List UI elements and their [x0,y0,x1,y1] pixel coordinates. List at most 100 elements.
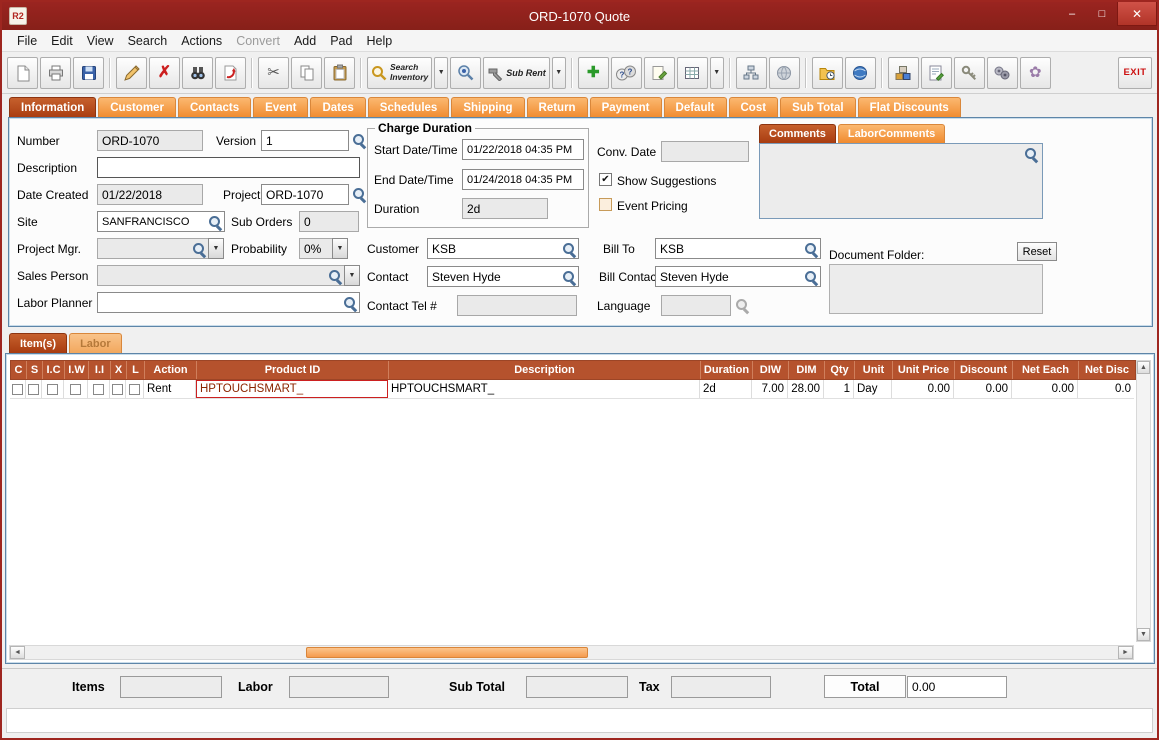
version-field[interactable]: 1 [261,130,349,151]
sales-person-dropdown[interactable]: ▼ [344,265,360,286]
event-pricing-checkbox[interactable] [599,198,612,211]
menu-add[interactable]: Add [287,32,323,50]
comments-search-icon[interactable] [1024,147,1038,161]
flower-button[interactable]: ✿ [1019,56,1051,89]
scroll-down-arrow[interactable]: ▼ [1137,628,1150,641]
table-row[interactable]: Rent HPTOUCHSMART_ HPTOUCHSMART_ 2d 7.00… [10,380,1134,399]
project-field[interactable]: ORD-1070 [261,184,349,205]
cell-qty[interactable]: 1 [824,380,854,398]
convert-export-button[interactable] [215,56,246,89]
show-suggestions-checkbox[interactable]: ✔ [599,173,612,186]
project-mgr-field[interactable] [97,238,209,259]
contact-search-icon[interactable] [562,270,576,284]
cell-action[interactable]: Rent [144,380,196,398]
cell-discount[interactable]: 0.00 [954,380,1012,398]
comments-box[interactable] [759,143,1043,219]
bill-to-search-icon[interactable] [804,242,818,256]
exit-button[interactable]: EXIT [1118,56,1152,89]
tab-sub-total[interactable]: Sub Total [780,97,856,118]
globe-button[interactable] [768,56,800,89]
tab-contacts[interactable]: Contacts [177,97,252,118]
search-inventory-dropdown[interactable]: ▼ [434,56,449,89]
row-checkbox-ic[interactable] [42,380,64,398]
tab-dates[interactable]: Dates [310,97,366,118]
end-datetime-field[interactable]: 01/24/2018 04:35 PM [462,169,584,190]
menu-help[interactable]: Help [359,32,399,50]
edit-button[interactable] [116,56,147,89]
project-search-icon[interactable] [352,187,366,201]
labor-planner-field[interactable] [97,292,360,313]
tab-flat-discounts[interactable]: Flat Discounts [857,97,961,118]
tab-cost[interactable]: Cost [728,97,779,118]
cell-diw[interactable]: 7.00 [752,380,788,398]
tab-information[interactable]: Information [9,97,97,118]
row-checkbox-s[interactable] [26,380,42,398]
menu-actions[interactable]: Actions [174,32,229,50]
org-view-button[interactable] [735,56,767,89]
cell-duration[interactable]: 2d [700,380,752,398]
grid-view-button[interactable] [676,56,708,89]
menu-search[interactable]: Search [121,32,175,50]
add-item-button[interactable]: ✚ [577,56,609,89]
bill-contact-field[interactable]: Steven Hyde [655,266,821,287]
sub-rent-button[interactable]: Sub Rent [483,56,550,89]
cell-unit[interactable]: Day [854,380,892,398]
horizontal-scroll-thumb[interactable] [306,647,588,658]
database-button[interactable] [887,56,919,89]
project-mgr-search-icon[interactable] [192,242,206,256]
delete-button[interactable]: ✗ [149,56,180,89]
menu-file[interactable]: File [10,32,44,50]
save-button[interactable] [73,56,104,89]
find-button[interactable] [182,56,213,89]
tab-event[interactable]: Event [253,97,309,118]
tab-labor-comments[interactable]: LaborComments [837,124,946,143]
customer-field[interactable]: KSB [427,238,579,259]
row-checkbox-x[interactable] [110,380,126,398]
tab-schedules[interactable]: Schedules [367,97,450,118]
sub-rent-dropdown[interactable]: ▼ [551,56,566,89]
paste-button[interactable] [324,56,355,89]
site-field[interactable]: SANFRANCISCO [97,211,225,232]
row-checkbox-l[interactable] [126,380,144,398]
sales-person-field[interactable] [97,265,345,286]
menu-edit[interactable]: Edit [44,32,80,50]
bill-to-field[interactable]: KSB [655,238,821,259]
cell-net-each[interactable]: 0.00 [1012,380,1078,398]
copy-button[interactable] [291,56,322,89]
scroll-left-arrow[interactable]: ◄ [10,646,25,659]
reset-button[interactable]: Reset [1017,242,1057,261]
print-button[interactable] [40,56,71,89]
vertical-scrollbar[interactable]: ▲ ▼ [1136,360,1151,642]
edit-note-button[interactable] [643,56,675,89]
new-document-button[interactable] [7,56,38,89]
description-field[interactable] [97,157,360,178]
cell-description[interactable]: HPTOUCHSMART_ [388,380,700,398]
row-checkbox-c[interactable] [10,380,26,398]
start-datetime-field[interactable]: 01/22/2018 04:35 PM [462,139,584,160]
worksheet-button[interactable] [920,56,952,89]
maximize-button[interactable]: □ [1087,2,1117,26]
minimize-button[interactable]: – [1057,2,1087,26]
tab-customer[interactable]: Customer [98,97,176,118]
cell-dim[interactable]: 28.00 [788,380,824,398]
history-folder-button[interactable] [811,56,843,89]
tab-payment[interactable]: Payment [589,97,662,118]
row-checkbox-iw[interactable] [64,380,88,398]
search-inventory-button[interactable]: Search Inventory [367,56,433,89]
cell-unit-price[interactable]: 0.00 [892,380,954,398]
bill-contact-search-icon[interactable] [804,270,818,284]
key-button[interactable] [953,56,985,89]
grid-view-dropdown[interactable]: ▼ [709,56,724,89]
scroll-right-arrow[interactable]: ► [1118,646,1133,659]
sales-person-search-icon[interactable] [328,269,342,283]
probability-dropdown[interactable]: ▼ [332,238,348,259]
row-checkbox-ii[interactable] [88,380,110,398]
equipment-button[interactable] [986,56,1018,89]
project-mgr-dropdown[interactable]: ▼ [208,238,224,259]
suggestions-button[interactable]: ?? [610,56,642,89]
tab-default[interactable]: Default [663,97,727,118]
version-search-icon[interactable] [352,133,366,147]
tab-shipping[interactable]: Shipping [451,97,525,118]
menu-view[interactable]: View [80,32,121,50]
scroll-up-arrow[interactable]: ▲ [1137,361,1150,374]
